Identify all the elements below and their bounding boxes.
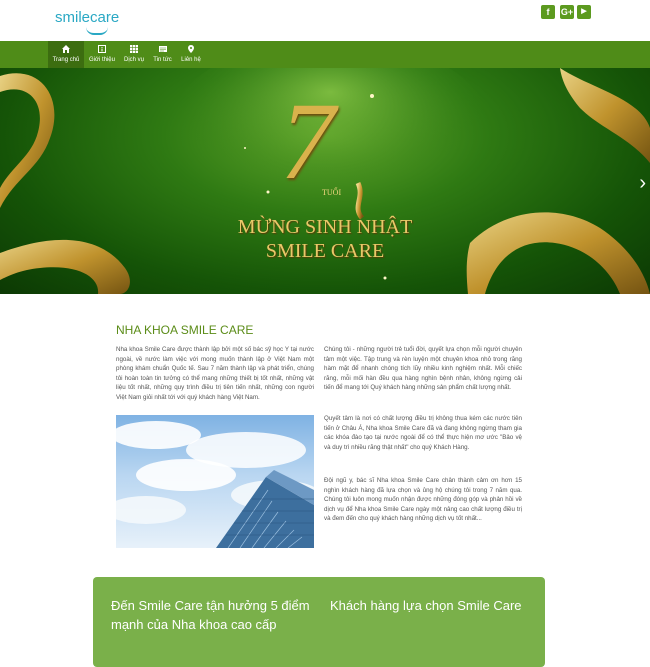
about-left-paragraph: Nha khoa Smile Care được thành lập bởi m…	[116, 346, 314, 401]
about-right-paragraph-3: Đội ngũ y, bác sĩ Nha khoa Smile Care ch…	[324, 477, 522, 522]
hero-banner: 7 TUỔI MỪNG SINH NHẬT SMILE CARE ›	[0, 68, 650, 294]
nav-label: Liên hệ	[181, 57, 201, 63]
hero-number: 7	[280, 80, 335, 202]
features-panel: Đến Smile Care tận hưởng 5 điểm mạnh của…	[93, 577, 545, 667]
facebook-icon[interactable]: f	[541, 5, 555, 19]
logo-text: smilecare	[55, 9, 120, 26]
nav-item-news[interactable]: Tin tức	[150, 41, 175, 68]
hero-title-line1: MỪNG SINH NHẬT	[237, 216, 413, 238]
location-pin-icon	[188, 45, 194, 53]
nav-item-home[interactable]: Trang chủ	[48, 41, 84, 68]
nav-item-contact[interactable]: Liên hệ	[178, 41, 204, 68]
section-title: NHA KHOA SMILE CARE	[116, 323, 254, 337]
hero-title-line2: SMILE CARE	[265, 240, 385, 262]
info-icon	[98, 45, 106, 53]
news-icon	[158, 46, 167, 52]
google-plus-icon[interactable]: G+	[560, 5, 574, 19]
features-right-heading[interactable]: Khách hàng lựa chọn Smile Care	[330, 596, 530, 615]
logo[interactable]: smilecare	[55, 9, 120, 35]
main-nav: Trang chủ Giới thiệu Dịch vụ Tin tức Liê…	[0, 41, 650, 68]
nav-item-about[interactable]: Giới thiệu	[86, 41, 118, 68]
nav-item-services[interactable]: Dịch vụ	[120, 41, 148, 68]
home-icon	[62, 45, 70, 53]
building-image	[116, 415, 314, 548]
about-right-paragraph-2: Quyết tâm là nơi có chất lượng điều trị …	[324, 415, 522, 451]
nav-label: Tin tức	[153, 57, 172, 63]
building-illustration	[116, 421, 314, 548]
youtube-icon[interactable]: ▶	[577, 5, 591, 19]
about-right-paragraph-1: Chúng tôi - những người trẻ tuổi đời, qu…	[324, 346, 522, 391]
hero-age-unit: TUỔI	[322, 188, 342, 197]
site-header: smilecare f G+ ▶	[0, 0, 650, 41]
nav-label: Trang chủ	[52, 57, 80, 63]
grid-icon	[130, 45, 138, 53]
nav-label: Dịch vụ	[123, 57, 144, 63]
nav-label: Giới thiệu	[89, 57, 115, 63]
next-slide-icon[interactable]: ›	[639, 172, 646, 195]
features-left-heading[interactable]: Đến Smile Care tận hưởng 5 điểm mạnh của…	[111, 596, 311, 634]
logo-smile-curve	[86, 27, 108, 35]
